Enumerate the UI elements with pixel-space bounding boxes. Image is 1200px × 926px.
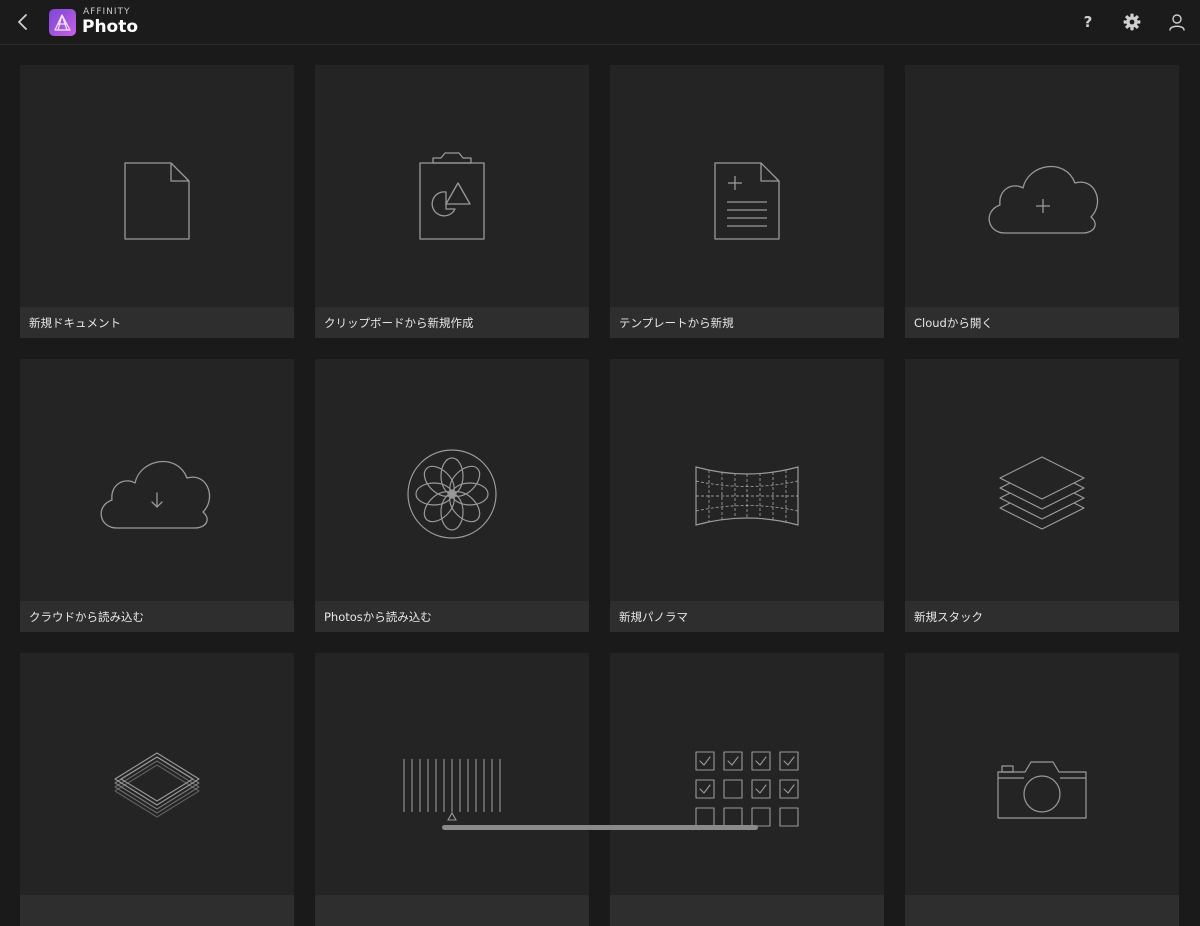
user-icon <box>1169 14 1185 31</box>
cloud-download-icon <box>100 460 211 529</box>
tile-new-hdr-merge[interactable] <box>20 653 294 926</box>
batch-checkbox-icon <box>695 751 799 827</box>
tile-label: クリップボードから新規作成 <box>324 316 474 330</box>
top-bar: AFFINITY Photo ? <box>0 0 1200 45</box>
tile-label: 新規ドキュメント <box>29 316 121 330</box>
photos-flower-icon <box>407 449 497 539</box>
tile-label: Cloudから開く <box>914 316 993 330</box>
tile-label: 新規パノラマ <box>619 610 688 624</box>
tile-new-from-clipboard[interactable]: クリップボードから新規作成 <box>315 65 589 338</box>
panorama-icon <box>695 466 799 526</box>
focus-merge-icon <box>403 759 501 821</box>
account-button[interactable] <box>1164 10 1190 34</box>
tile-new-document[interactable]: 新規ドキュメント <box>20 65 294 338</box>
tile-new-batch-job[interactable] <box>610 653 884 926</box>
tile-new-from-template[interactable]: テンプレートから新規 <box>610 65 884 338</box>
brand-title: Photo <box>82 17 139 37</box>
tile-label: Photosから読み込む <box>324 610 432 624</box>
back-button[interactable] <box>10 8 36 36</box>
affinity-photo-logo-icon <box>49 9 76 36</box>
help-button[interactable]: ? <box>1075 10 1101 34</box>
tile-open-from-cloud[interactable]: Cloudから開く <box>905 65 1179 338</box>
cloud-plus-icon <box>988 165 1099 234</box>
tile-new-stack[interactable]: 新規スタック <box>905 359 1179 632</box>
tile-label: クラウドから読み込む <box>29 610 144 624</box>
chevron-left-icon <box>18 14 27 30</box>
camera-icon <box>997 761 1087 819</box>
settings-button[interactable] <box>1119 10 1145 34</box>
stack-icon <box>999 456 1085 530</box>
hdr-layers-icon <box>114 752 200 818</box>
tile-new-focus-merge[interactable] <box>315 653 589 926</box>
tile-new-panorama[interactable]: 新規パノラマ <box>610 359 884 632</box>
tile-label: 新規スタック <box>914 610 983 624</box>
tile-label: テンプレートから新規 <box>619 316 734 330</box>
clipboard-icon <box>419 152 485 240</box>
home-indicator[interactable] <box>442 825 758 830</box>
gear-icon <box>1123 13 1141 31</box>
brand-subtitle: AFFINITY <box>83 7 131 17</box>
tile-import-from-cloud[interactable]: クラウドから読み込む <box>20 359 294 632</box>
tile-import-from-photos[interactable]: Photosから読み込む <box>315 359 589 632</box>
tile-new-camera[interactable] <box>905 653 1179 926</box>
new-document-icon <box>124 162 190 240</box>
template-icon <box>714 162 780 240</box>
